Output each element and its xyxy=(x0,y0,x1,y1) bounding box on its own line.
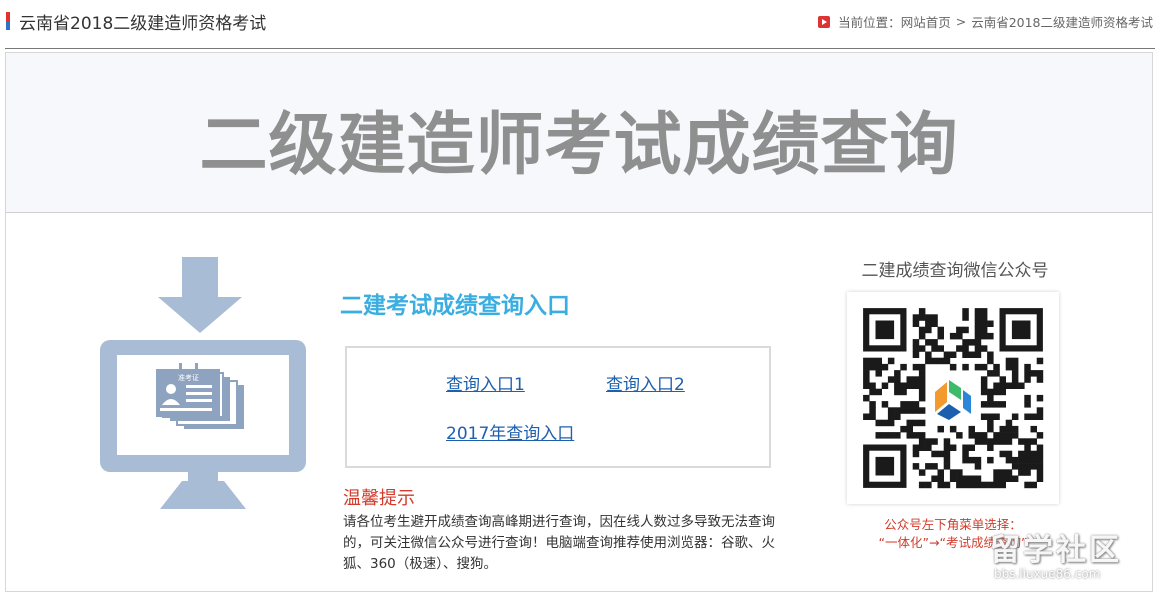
site-logo-mark xyxy=(6,12,10,30)
query-entry-link-1[interactable]: 查询入口1 xyxy=(446,370,525,395)
query-entry-link-2[interactable]: 查询入口2 xyxy=(606,370,685,395)
watermark-url: bbs.liuxue86.com xyxy=(994,567,1101,581)
wechat-title: 二建成绩查询微信公众号 xyxy=(861,261,1049,281)
qr-finder-pattern xyxy=(863,444,907,488)
banner: 二级建造师考试成绩查询 xyxy=(6,53,1152,213)
qr-finder-pattern xyxy=(999,308,1043,352)
watermark: 留学社区 bbs.liuxue86.com xyxy=(990,525,1150,589)
header-divider xyxy=(5,48,1155,49)
ticket-card-label: 准考证 xyxy=(178,373,199,382)
top-bar: 云南省2018二级建造师资格考试 当前位置： 网站首页 > 云南省2018二级建… xyxy=(0,0,1161,48)
qr-finder-pattern xyxy=(863,308,907,352)
banner-title: 二级建造师考试成绩查询 xyxy=(199,106,959,185)
query-entry-title: 二建考试成绩查询入口 xyxy=(340,293,570,319)
location-arrow-icon xyxy=(818,15,831,28)
breadcrumb-separator: > xyxy=(955,14,967,29)
site-title: 云南省2018二级建造师资格考试 xyxy=(19,14,267,34)
wechat-qr-code xyxy=(863,308,1044,489)
breadcrumb-home-link[interactable]: 网站首页 xyxy=(901,12,951,31)
breadcrumb: 当前位置： 网站首页 > 云南省2018二级建造师资格考试 xyxy=(818,12,1153,31)
breadcrumb-current-link[interactable]: 云南省2018二级建造师资格考试 xyxy=(971,12,1153,31)
wechat-qr-card xyxy=(847,292,1059,504)
query-links-box: 查询入口1 查询入口2 2017年查询入口 xyxy=(345,346,771,468)
download-arrow-shaft xyxy=(182,257,218,299)
breadcrumb-prefix: 当前位置： xyxy=(838,15,901,30)
download-arrow-head xyxy=(158,297,242,333)
watermark-title: 留学社区 xyxy=(990,533,1122,568)
tips-title: 温馨提示 xyxy=(343,488,415,509)
tips-text: 请各位考生避开成绩查询高峰期进行查询，因在线人数过多导致无法查询的，可关注微信公… xyxy=(343,514,775,572)
query-entry-link-2017[interactable]: 2017年查询入口 xyxy=(446,419,574,444)
monitor-stand xyxy=(160,481,246,509)
exam-ticket-illustration: 准考证 xyxy=(100,257,306,513)
